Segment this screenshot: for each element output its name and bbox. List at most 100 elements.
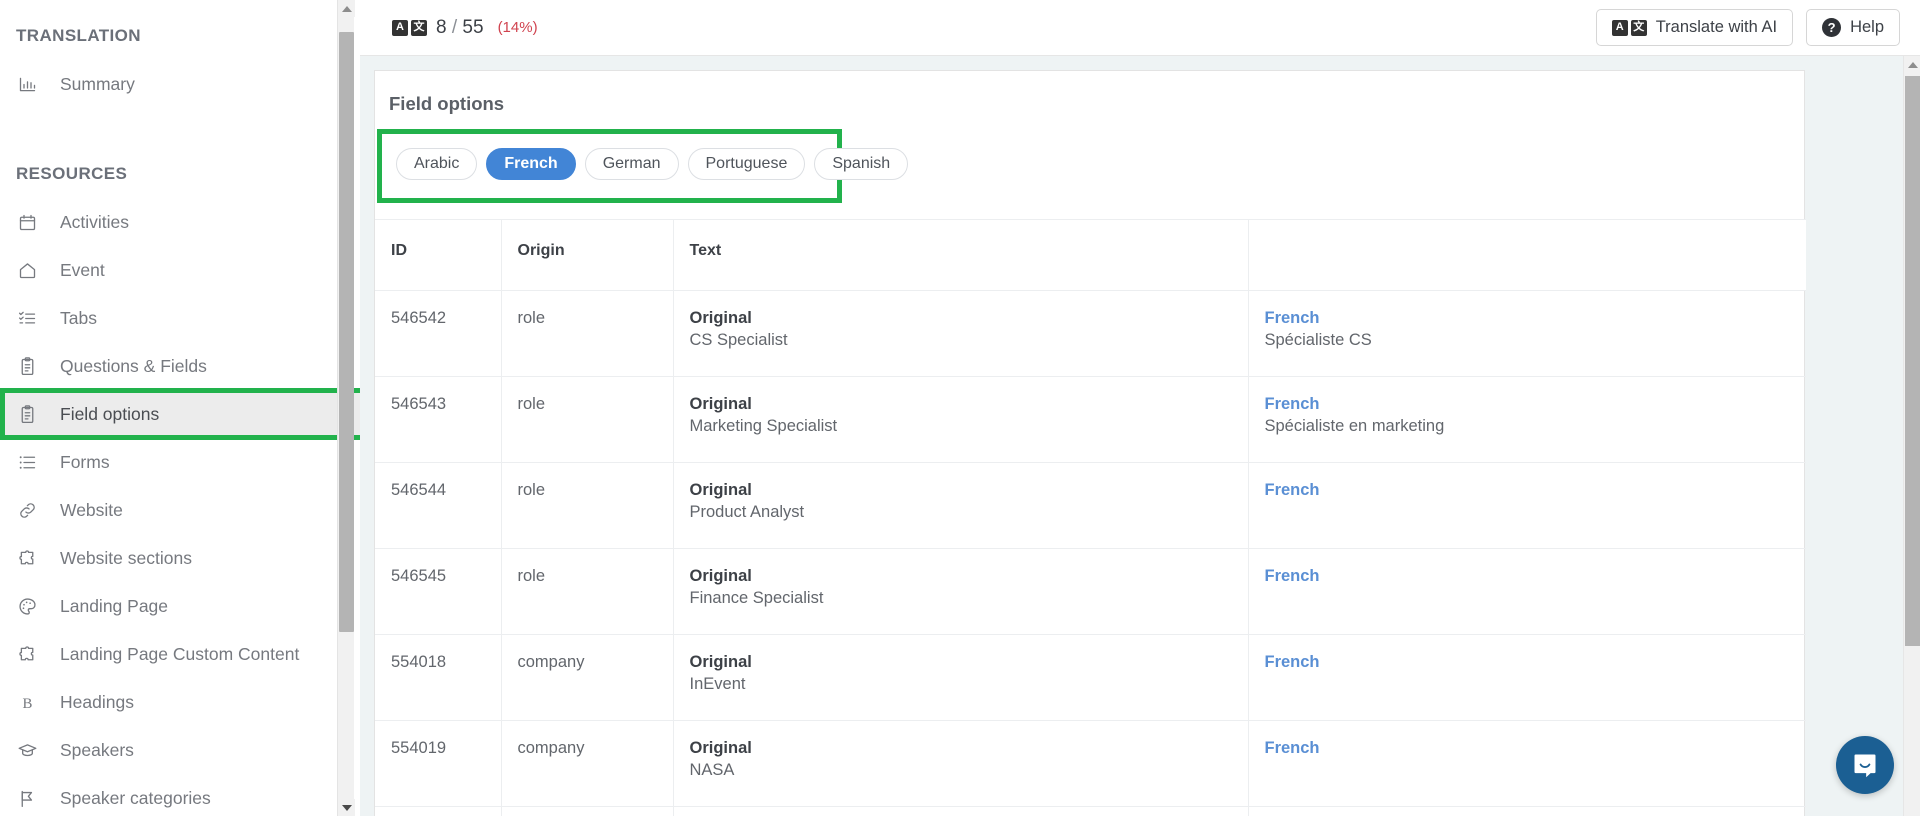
question-mark-icon: ? [1822, 18, 1842, 37]
sidebar-item-questions-fields[interactable]: Questions & Fields [0, 342, 360, 390]
cell-translation[interactable]: French [1248, 462, 1806, 549]
translations-table: ID Origin Text 546542 role Original CS Spec… [375, 219, 1806, 816]
sidebar-item-summary[interactable]: Summary [0, 60, 360, 108]
cell-original-text[interactable]: Original Marketing Specialist [673, 376, 1249, 463]
content-scroll-up-button[interactable] [1904, 56, 1920, 73]
translate-with-ai-label: Translate with AI [1655, 18, 1778, 36]
original-label: Original [689, 395, 752, 413]
translated-count: 8 [436, 16, 447, 38]
sidebar-nav: TRANSLATION Summary RESOURCES Activities Eve… [0, 26, 360, 816]
cell-origin: company [501, 806, 674, 816]
translate-icon-letter-b: 文 [411, 19, 427, 36]
cell-original-text[interactable]: OriginalGoogle [673, 806, 1249, 816]
translate-ai-icon: A 文 [1611, 19, 1647, 36]
sidebar-item-event[interactable]: Event [0, 246, 360, 294]
table-row[interactable]: 546544 role Original Product Analyst French [375, 462, 1806, 549]
sidebar-item-website[interactable]: Website [0, 486, 360, 534]
translate-ai-icon-letter-a: A [1611, 19, 1628, 36]
cell-origin: role [501, 548, 674, 635]
sidebar-item-activities[interactable]: Activities [0, 198, 360, 246]
language-pill-french[interactable]: French [486, 148, 576, 180]
language-pill-spanish[interactable]: Spanish [814, 148, 909, 180]
translation-language-label: French [1264, 653, 1320, 671]
language-pill-arabic[interactable]: Arabic [396, 148, 478, 180]
translate-with-ai-button[interactable]: A 文 Translate with AI [1595, 9, 1794, 46]
sidebar-item-landing-page[interactable]: Landing Page [0, 582, 360, 630]
cell-translation[interactable]: French [1248, 634, 1806, 721]
sidebar-item-website-sections[interactable]: Website sections [0, 534, 360, 582]
sidebar-scroll-down-button[interactable] [338, 799, 355, 816]
cell-translation[interactable]: French [1248, 806, 1806, 816]
table-row[interactable]: 546545 role Original Finance Specialist Fren… [375, 548, 1806, 635]
original-value: CS Specialist [689, 331, 788, 349]
cell-translation[interactable]: French Spécialiste en marketing [1248, 376, 1806, 463]
table-row[interactable]: 546543 role Original Marketing Specialist Fr… [375, 376, 1806, 463]
sidebar-item-label: Website [60, 499, 123, 520]
translate-ai-icon-letter-b: 文 [1630, 19, 1647, 36]
cell-id: 546544 [375, 462, 502, 549]
cell-original-text[interactable]: Original Finance Specialist [673, 548, 1249, 635]
sidebar-scrollbar[interactable] [337, 0, 355, 816]
home-icon [16, 259, 38, 281]
flag-icon [16, 787, 38, 809]
translation-value: Spécialiste CS [1264, 331, 1372, 349]
cell-origin: role [501, 290, 674, 377]
original-value: Finance Specialist [689, 589, 824, 607]
chat-bubble-icon [1854, 754, 1876, 778]
table-row[interactable]: 554018 company Original InEvent French [375, 634, 1806, 721]
cell-original-text[interactable]: Original Product Analyst [673, 462, 1249, 549]
sidebar-item-speaker-categories[interactable]: Speaker categories [0, 774, 360, 816]
sidebar-item-field-options[interactable]: Field options [0, 388, 360, 440]
list-icon [16, 451, 38, 473]
page-title: Field options [389, 93, 505, 114]
sidebar-item-tabs[interactable]: Tabs [0, 294, 360, 342]
table-row[interactable]: 546542 role Original CS Specialist French Spé… [375, 290, 1806, 377]
table-header-row: ID Origin Text [375, 219, 1806, 291]
cell-origin: company [501, 634, 674, 721]
app-root: TRANSLATION Summary RESOURCES Activities Eve… [0, 0, 1920, 816]
language-pill-german[interactable]: German [584, 148, 679, 180]
content-scrollbar[interactable] [1903, 56, 1920, 816]
table-row[interactable]: 554019 company Original NASA French [375, 720, 1806, 807]
cell-id: 554019 [375, 720, 502, 807]
table-row[interactable]: 554020companyOriginalGoogleFrench [375, 806, 1806, 816]
cell-original-text[interactable]: Original NASA [673, 720, 1249, 807]
content-scroll-thumb[interactable] [1905, 76, 1920, 646]
language-pill-portuguese[interactable]: Portuguese [687, 148, 806, 180]
original-label: Original [689, 567, 752, 585]
sidebar-item-label: Website sections [60, 547, 192, 568]
cell-id: 554020 [375, 806, 502, 816]
help-label: Help [1850, 18, 1884, 36]
chart-bar-icon [16, 73, 38, 95]
help-button[interactable]: ? Help [1806, 9, 1900, 46]
cell-id: 554018 [375, 634, 502, 721]
translation-language-label: French [1264, 481, 1320, 499]
sidebar-item-landing-page-custom-content[interactable]: Landing Page Custom Content [0, 630, 360, 678]
translate-icon-letter-a: A [392, 19, 408, 36]
bold-b-icon: B [16, 691, 38, 713]
language-selector: Arabic French German Portuguese Spanish [377, 129, 909, 203]
selection-highlight-left [0, 388, 5, 440]
sidebar-item-forms[interactable]: Forms [0, 438, 360, 486]
sidebar-item-speakers[interactable]: Speakers [0, 726, 360, 774]
cell-original-text[interactable]: Original CS Specialist [673, 290, 1249, 377]
sidebar-item-headings[interactable]: B Headings [0, 678, 360, 726]
chat-widget-button[interactable] [1836, 736, 1894, 794]
cell-translation[interactable]: French [1248, 720, 1806, 807]
cell-translation[interactable]: French Spécialiste CS [1248, 290, 1806, 377]
cell-translation[interactable]: French [1248, 548, 1806, 635]
cell-original-text[interactable]: Original InEvent [673, 634, 1249, 721]
field-options-card: Field options Arabic French German Portugue… [374, 70, 1806, 816]
sidebar-item-label: Tabs [60, 307, 97, 328]
sidebar-scroll-thumb[interactable] [339, 32, 354, 632]
total-count: 55 [462, 16, 484, 38]
table-body: 546542 role Original CS Specialist French Spé… [375, 290, 1806, 816]
checklist-icon [16, 307, 38, 329]
puzzle-icon [16, 547, 38, 569]
sidebar-scroll-up-button[interactable] [338, 0, 355, 17]
sidebar-item-label: Activities [60, 211, 130, 232]
column-header-id: ID [375, 219, 502, 291]
triangle-down-icon [341, 804, 352, 811]
sidebar-item-label: Landing Page Custom Content [60, 643, 300, 664]
sidebar-section-heading: RESOURCES [16, 164, 128, 183]
